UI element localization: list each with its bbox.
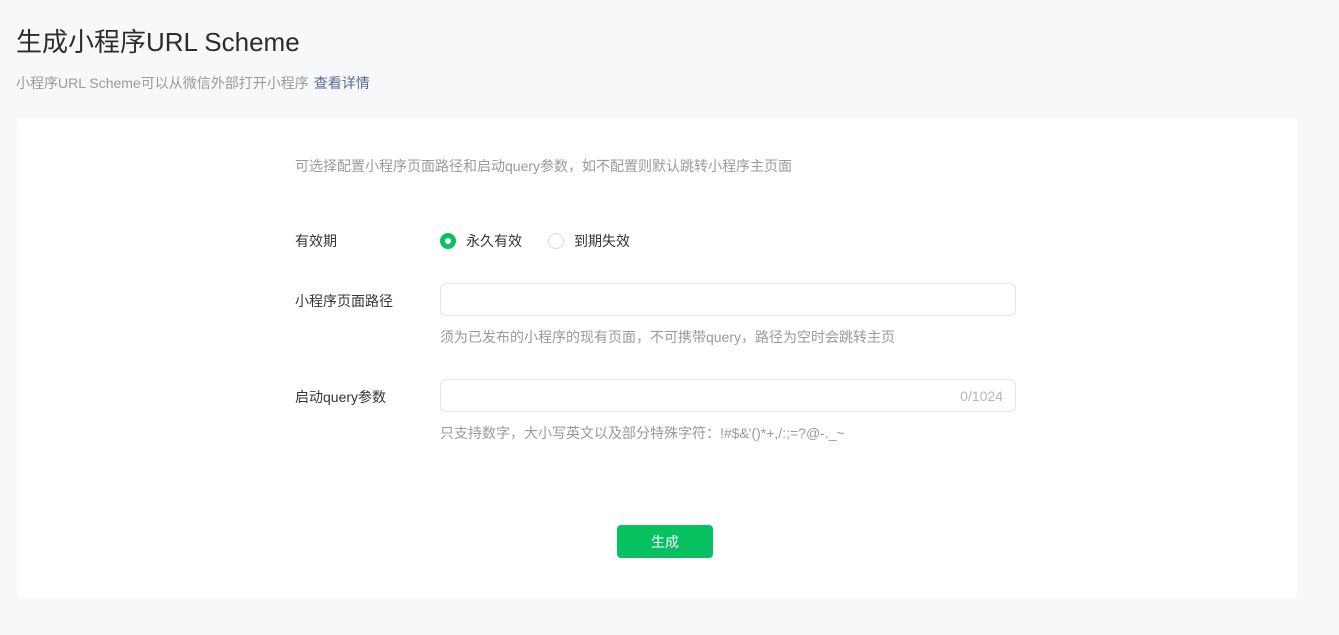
generate-button[interactable]: 生成 — [617, 525, 713, 558]
page-subtitle: 小程序URL Scheme可以从微信外部打开小程序 查看详情 — [16, 73, 1323, 93]
radio-option-permanent[interactable]: 永久有效 — [440, 231, 522, 251]
query-input-wrap[interactable]: 0/1024 — [440, 379, 1016, 412]
path-row: 小程序页面路径 须为已发布的小程序的现有页面，不可携带query，路径为空时会跳… — [295, 283, 1035, 346]
path-label: 小程序页面路径 — [295, 293, 393, 309]
radio-unselected-icon[interactable] — [548, 233, 564, 249]
query-label: 启动query参数 — [295, 389, 387, 405]
radio-option-expire[interactable]: 到期失效 — [548, 231, 630, 251]
query-input[interactable] — [453, 380, 953, 411]
form-description: 可选择配置小程序页面路径和启动query参数，如不配置则默认跳转小程序主页面 — [295, 158, 793, 174]
page-header: 生成小程序URL Scheme 小程序URL Scheme可以从微信外部打开小程… — [0, 0, 1339, 93]
query-help-text: 只支持数字，大小写英文以及部分特殊字符：!#$&'()*+,/:;=?@-._~ — [440, 425, 845, 441]
page-title: 生成小程序URL Scheme — [16, 27, 300, 57]
radio-selected-icon[interactable] — [440, 233, 456, 249]
query-row: 启动query参数 0/1024 只支持数字，大小写英文以及部分特殊字符：!#$… — [295, 379, 1035, 442]
path-input-wrap[interactable] — [440, 283, 1016, 316]
scheme-form: 可选择配置小程序页面路径和启动query参数，如不配置则默认跳转小程序主页面 有… — [295, 158, 1035, 558]
radio-option-expire-label: 到期失效 — [574, 233, 630, 249]
validity-row: 有效期 永久有效 到期失效 — [295, 231, 1035, 251]
path-input[interactable] — [453, 284, 1003, 315]
view-details-link[interactable]: 查看详情 — [314, 75, 370, 91]
radio-option-permanent-label: 永久有效 — [466, 233, 522, 249]
page-subtitle-text: 小程序URL Scheme可以从微信外部打开小程序 — [16, 75, 309, 91]
query-char-counter: 0/1024 — [960, 387, 1003, 404]
button-row: 生成 — [295, 525, 1035, 558]
path-help-text: 须为已发布的小程序的现有页面，不可携带query，路径为空时会跳转主页 — [440, 329, 896, 345]
validity-radio-group: 永久有效 到期失效 — [440, 231, 1035, 251]
validity-label: 有效期 — [295, 233, 337, 249]
form-card: 可选择配置小程序页面路径和启动query参数，如不配置则默认跳转小程序主页面 有… — [17, 118, 1297, 598]
